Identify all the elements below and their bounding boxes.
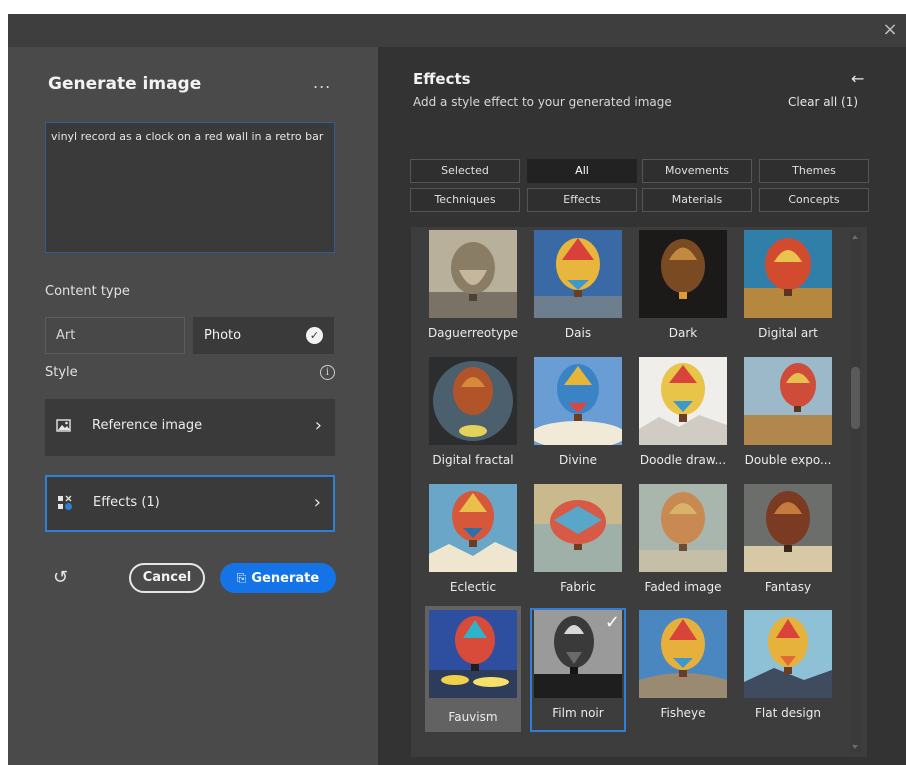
effect-tile-eclectic[interactable]: Eclectic	[425, 484, 521, 602]
effect-label: Divine	[559, 453, 597, 467]
balloon-thumbnail	[744, 484, 832, 572]
effect-label: Dais	[564, 326, 592, 340]
generate-icon: ⎘	[236, 571, 247, 585]
balloon-thumbnail	[534, 357, 622, 445]
effect-label: Double expo...	[744, 453, 832, 467]
balloon-thumbnail	[639, 357, 727, 445]
balloon-thumbnail	[429, 484, 517, 572]
chevron-right-icon: ›	[314, 415, 322, 436]
scroll-thumb[interactable]	[851, 367, 860, 429]
image-icon	[56, 419, 71, 432]
tab-themes[interactable]: Themes	[759, 159, 869, 183]
reference-image-button[interactable]: Reference image ›	[45, 399, 335, 456]
balloon-thumbnail	[429, 610, 517, 698]
effects-panel: Effects Add a style effect to your gener…	[378, 47, 906, 765]
reference-image-label: Reference image	[92, 418, 203, 433]
scroll-up-icon[interactable]	[852, 235, 858, 239]
balloon-thumbnail	[744, 610, 832, 698]
content-type-label: Content type	[45, 284, 130, 299]
effect-tile-doodle-drawing[interactable]: Doodle draw...	[635, 357, 731, 475]
back-arrow-icon[interactable]: ←	[851, 69, 864, 88]
content-type-photo-button[interactable]: Photo ✓	[193, 317, 334, 354]
effect-tile-fisheye[interactable]: Fisheye	[635, 610, 731, 728]
balloon-thumbnail	[429, 230, 517, 318]
checkmark-icon: ✓	[306, 327, 323, 344]
balloon-thumbnail	[639, 610, 727, 698]
cancel-button[interactable]: Cancel	[129, 563, 205, 593]
info-icon[interactable]: i	[320, 365, 335, 380]
panel-title: Generate image	[48, 74, 202, 94]
effects-title: Effects	[413, 70, 471, 88]
effect-tile-flat-design[interactable]: Flat design	[740, 610, 836, 728]
balloon-thumbnail	[639, 484, 727, 572]
balloon-thumbnail	[639, 230, 727, 318]
effect-tile-faded-image[interactable]: Faded image	[635, 484, 731, 602]
tab-all[interactable]: All	[527, 159, 637, 183]
effects-button[interactable]: Effects (1) ›	[45, 475, 335, 532]
effects-grid: Daguerreotype Dais Dark Digital art Digi…	[411, 227, 867, 757]
checkmark-icon: ✓	[604, 612, 620, 633]
prompt-input[interactable]	[45, 122, 335, 253]
effect-label: Dark	[668, 326, 698, 340]
effects-label: Effects (1)	[93, 495, 160, 510]
generate-button[interactable]: ⎘ Generate	[220, 563, 336, 593]
generate-image-dialog: × Generate image ... Content type Art Ph…	[8, 14, 906, 765]
effect-tile-film-noir[interactable]: ✓ Film noir	[530, 608, 626, 732]
effect-tile-double-exposure[interactable]: Double expo...	[740, 357, 836, 475]
effect-label: Eclectic	[449, 580, 497, 594]
effect-label: Doodle draw...	[639, 453, 727, 467]
effect-label: Fantasy	[764, 580, 812, 594]
effect-tile-fabric[interactable]: Fabric	[530, 484, 626, 602]
generate-label: Generate	[251, 571, 320, 586]
effect-tile-digital-fractal[interactable]: Digital fractal	[425, 357, 521, 475]
effect-tile-fantasy[interactable]: Fantasy	[740, 484, 836, 602]
balloon-thumbnail	[429, 357, 517, 445]
effects-icon	[58, 495, 72, 510]
style-label: Style	[45, 365, 78, 380]
tab-movements[interactable]: Movements	[642, 159, 752, 183]
scroll-down-icon[interactable]	[852, 745, 858, 749]
content-type-art-button[interactable]: Art	[45, 317, 185, 354]
effect-label: Film noir	[552, 706, 604, 720]
balloon-thumbnail	[744, 230, 832, 318]
tab-effects[interactable]: Effects	[527, 188, 637, 212]
effect-tile-daguerreotype[interactable]: Daguerreotype	[425, 230, 521, 348]
chevron-right-icon: ›	[313, 492, 321, 513]
effect-label: Digital art	[758, 326, 818, 340]
close-icon[interactable]: ×	[880, 20, 900, 40]
generate-panel: Generate image ... Content type Art Phot…	[8, 47, 378, 765]
content-type-photo-label: Photo	[204, 328, 242, 343]
effect-tile-dark[interactable]: Dark	[635, 230, 731, 348]
grid-scrollbar[interactable]	[850, 231, 861, 753]
effect-label: Faded image	[644, 580, 722, 594]
effect-label: Flat design	[755, 706, 821, 720]
effect-label: Digital fractal	[432, 453, 514, 467]
effects-subtitle: Add a style effect to your generated ima…	[413, 95, 672, 109]
effect-label: Fabric	[560, 580, 596, 594]
clear-all-button[interactable]: Clear all (1)	[788, 95, 858, 109]
dialog-title-bar: ×	[8, 14, 906, 47]
effect-label: Fauvism	[448, 710, 498, 724]
effect-tile-fauvism[interactable]: Fauvism	[425, 606, 521, 732]
effect-label: Daguerreotype	[427, 326, 519, 340]
balloon-thumbnail	[744, 357, 832, 445]
tab-selected[interactable]: Selected	[410, 159, 520, 183]
balloon-thumbnail	[534, 230, 622, 318]
effect-tile-dais[interactable]: Dais	[530, 230, 626, 348]
effect-tile-divine[interactable]: Divine	[530, 357, 626, 475]
more-options-button[interactable]: ...	[313, 73, 331, 92]
tab-materials[interactable]: Materials	[642, 188, 752, 212]
reset-icon[interactable]: ↺	[53, 567, 68, 588]
content-type-art-label: Art	[56, 328, 76, 343]
effect-tile-digital-art[interactable]: Digital art	[740, 230, 836, 348]
effect-label: Fisheye	[660, 706, 706, 720]
balloon-thumbnail	[534, 484, 622, 572]
tab-techniques[interactable]: Techniques	[410, 188, 520, 212]
tab-concepts[interactable]: Concepts	[759, 188, 869, 212]
